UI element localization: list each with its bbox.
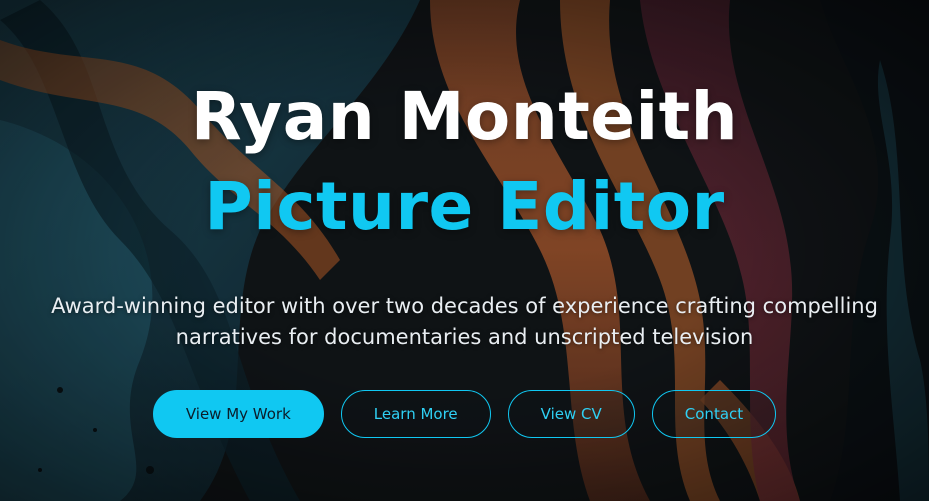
hero-name-heading: Ryan Monteith: [190, 78, 739, 155]
view-cv-button[interactable]: View CV: [507, 390, 635, 438]
hero-role-heading: Picture Editor: [204, 168, 725, 245]
learn-more-button[interactable]: Learn More: [340, 390, 491, 438]
hero-button-group: View My Work Learn More View CV Contact: [152, 390, 777, 438]
hero-section: Ryan Monteith Picture Editor Award-winni…: [0, 0, 929, 501]
contact-button[interactable]: Contact: [651, 390, 777, 438]
view-my-work-button[interactable]: View My Work: [152, 390, 324, 438]
hero-tagline: Award-winning editor with over two decad…: [51, 294, 878, 349]
